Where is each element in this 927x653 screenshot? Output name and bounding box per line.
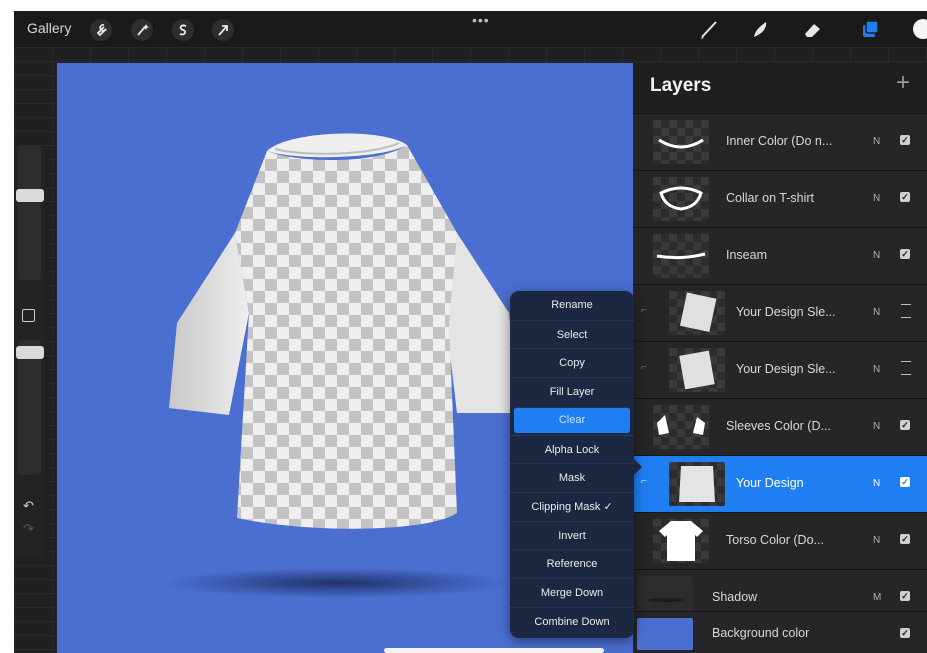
shirt-shadow bbox=[167, 568, 507, 598]
opacity-slider[interactable] bbox=[18, 340, 41, 475]
t-shirt-mockup bbox=[169, 133, 519, 529]
gallery-button[interactable]: Gallery bbox=[27, 20, 71, 36]
layer-row-your-design[interactable]: ⌐ Your Design N ✓ bbox=[633, 455, 927, 512]
visibility-checkbox[interactable]: ✓ bbox=[900, 534, 910, 544]
visibility-checkbox[interactable]: ✓ bbox=[900, 420, 910, 430]
menu-item-alpha-lock[interactable]: Alpha Lock bbox=[510, 434, 634, 465]
visibility-checkbox[interactable]: ✓ bbox=[900, 249, 910, 259]
menu-item-merge-down[interactable]: Merge Down bbox=[510, 578, 634, 608]
top-toolbar: Gallery ••• bbox=[14, 11, 927, 47]
blend-mode[interactable]: N bbox=[873, 478, 880, 489]
color-picker-icon[interactable] bbox=[911, 17, 927, 41]
layer-row-design-sleeve-2[interactable]: ⌐ Your Design Sle... N bbox=[633, 341, 927, 398]
layer-name: Shadow bbox=[712, 590, 758, 604]
layer-options-menu: Rename Select Copy Fill Layer Clear Alph… bbox=[510, 291, 642, 638]
layer-thumbnail bbox=[669, 348, 725, 392]
layer-group-icon[interactable] bbox=[901, 304, 911, 318]
layer-thumbnail bbox=[653, 405, 709, 449]
menu-item-mask[interactable]: Mask bbox=[510, 463, 634, 493]
layer-thumbnail bbox=[669, 462, 725, 506]
blend-mode[interactable]: N bbox=[873, 421, 880, 432]
visibility-checkbox[interactable]: ✓ bbox=[900, 135, 910, 145]
smudge-icon[interactable] bbox=[749, 17, 773, 41]
layer-thumbnail bbox=[653, 120, 709, 164]
layer-row-collar[interactable]: Collar on T-shirt N ✓ bbox=[633, 170, 927, 227]
layer-group-icon[interactable] bbox=[901, 361, 911, 375]
modify-button[interactable] bbox=[22, 309, 35, 322]
layer-name: Inseam bbox=[726, 248, 767, 262]
layer-name: Torso Color (Do... bbox=[726, 533, 824, 547]
layer-name: Your Design Sle... bbox=[736, 305, 836, 319]
eraser-icon[interactable] bbox=[801, 17, 825, 41]
blend-mode[interactable]: N bbox=[873, 535, 880, 546]
magic-wand-icon[interactable] bbox=[131, 19, 153, 41]
wrench-icon[interactable] bbox=[90, 19, 112, 41]
menu-item-clear[interactable]: Clear bbox=[514, 407, 630, 433]
menu-item-rename[interactable]: Rename bbox=[510, 291, 634, 320]
selection-s-icon[interactable] bbox=[172, 19, 194, 41]
layer-name: Inner Color (Do n... bbox=[726, 134, 833, 148]
brush-size-handle[interactable] bbox=[16, 189, 44, 202]
blend-mode[interactable]: N bbox=[873, 307, 880, 318]
layer-row-sleeves-color[interactable]: Sleeves Color (D... N ✓ bbox=[633, 398, 927, 455]
menu-item-combine-down[interactable]: Combine Down bbox=[510, 606, 634, 637]
blend-mode[interactable]: N bbox=[873, 364, 880, 375]
brush-icon[interactable] bbox=[697, 17, 721, 41]
layer-row-torso-color[interactable]: Torso Color (Do... N ✓ bbox=[633, 512, 927, 569]
menu-item-clipping-mask[interactable]: Clipping Mask ✓ bbox=[510, 491, 634, 522]
visibility-checkbox[interactable]: ✓ bbox=[900, 192, 910, 202]
blend-mode[interactable]: N bbox=[873, 250, 880, 261]
blend-mode[interactable]: M bbox=[873, 592, 881, 603]
left-sidebar: ↶ ↷ bbox=[14, 145, 45, 557]
more-options-icon[interactable]: ••• bbox=[472, 12, 490, 28]
layer-row-background-color[interactable]: Background color ✓ bbox=[633, 611, 927, 653]
undo-icon[interactable]: ↶ bbox=[23, 498, 34, 514]
opacity-handle[interactable] bbox=[16, 346, 44, 359]
brush-size-slider[interactable] bbox=[18, 145, 41, 280]
layer-name: Collar on T-shirt bbox=[726, 191, 814, 205]
menu-item-fill-layer[interactable]: Fill Layer bbox=[510, 377, 634, 407]
menu-item-copy[interactable]: Copy bbox=[510, 348, 634, 378]
layer-name: Your Design Sle... bbox=[736, 362, 836, 376]
visibility-checkbox[interactable]: ✓ bbox=[900, 628, 910, 638]
redo-icon[interactable]: ↷ bbox=[23, 521, 34, 537]
menu-item-invert[interactable]: Invert bbox=[510, 520, 634, 551]
layer-name: Sleeves Color (D... bbox=[726, 419, 831, 433]
transform-arrow-icon[interactable] bbox=[212, 19, 234, 41]
layer-row-inner-color[interactable]: Inner Color (Do n... N ✓ bbox=[633, 113, 927, 170]
layer-thumbnail bbox=[637, 618, 693, 650]
procreate-app: Gallery ••• ↶ ↷ Layers + Inner Color (Do… bbox=[14, 11, 927, 653]
layer-row-design-sleeve-1[interactable]: ⌐ Your Design Sle... N bbox=[633, 284, 927, 341]
layer-thumbnail bbox=[669, 291, 725, 335]
layers-title: Layers bbox=[650, 75, 712, 96]
add-layer-button[interactable]: + bbox=[896, 69, 910, 97]
clipping-indicator-icon: ⌐ bbox=[641, 362, 647, 373]
menu-item-reference[interactable]: Reference bbox=[510, 549, 634, 579]
layers-panel: Layers + Inner Color (Do n... N ✓ Collar… bbox=[633, 63, 927, 653]
menu-item-select[interactable]: Select bbox=[510, 319, 634, 350]
visibility-checkbox[interactable]: ✓ bbox=[900, 591, 910, 601]
blend-mode[interactable]: N bbox=[873, 136, 880, 147]
layer-thumbnail bbox=[653, 519, 709, 563]
layer-name: Background color bbox=[712, 626, 810, 640]
layer-name: Your Design bbox=[736, 476, 804, 490]
layers-icon[interactable] bbox=[858, 17, 882, 41]
layer-thumbnail bbox=[653, 177, 709, 221]
layer-row-inseam[interactable]: Inseam N ✓ bbox=[633, 227, 927, 284]
clipping-indicator-icon: ⌐ bbox=[641, 476, 647, 487]
layer-thumbnail bbox=[653, 234, 709, 278]
clipping-indicator-icon: ⌐ bbox=[641, 305, 647, 316]
blend-mode[interactable]: N bbox=[873, 193, 880, 204]
home-indicator[interactable] bbox=[384, 648, 604, 653]
visibility-checkbox[interactable]: ✓ bbox=[900, 477, 910, 487]
